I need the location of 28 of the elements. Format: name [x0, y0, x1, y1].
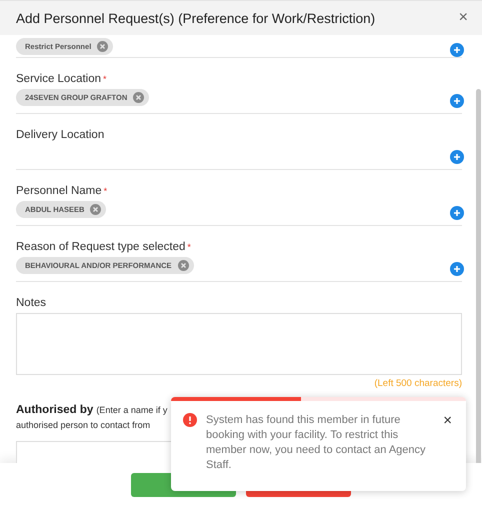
add-icon[interactable] — [450, 262, 464, 276]
add-icon[interactable] — [450, 150, 464, 164]
field-label: Personnel Name — [16, 184, 102, 198]
field-label: Service Location — [16, 72, 102, 86]
scrollbar[interactable] — [476, 89, 481, 463]
required-mark: * — [103, 73, 107, 86]
field-label: Authorised by — [16, 403, 94, 418]
dialog-title: Add Personnel Request(s) (Preference for Work/Restriction) — [16, 10, 376, 26]
add-icon[interactable] — [450, 43, 464, 57]
remove-icon[interactable] — [133, 92, 144, 103]
required-mark: * — [104, 185, 108, 198]
field-label: Reason of Request type selected — [16, 240, 186, 254]
close-button[interactable]: × — [458, 9, 468, 27]
remove-icon[interactable] — [90, 204, 102, 215]
hint-text: (Enter a name if y — [96, 404, 168, 417]
add-icon[interactable] — [450, 206, 464, 220]
remove-icon[interactable] — [97, 41, 108, 52]
required-mark: * — [187, 241, 191, 254]
error-icon — [183, 413, 197, 427]
remove-icon[interactable] — [178, 260, 189, 271]
hint-text: authorised person to contact from — [16, 419, 150, 432]
field-label: Notes — [16, 296, 48, 310]
character-counter: (Left 500 characters) — [373, 378, 462, 389]
add-icon[interactable] — [450, 94, 464, 108]
field-label: Delivery Location — [16, 128, 104, 142]
notes-field[interactable] — [16, 313, 462, 375]
toast-message: System has found this member in future booking with your facility. To restrict this member now, you need to contact an Agency Staff. — [206, 413, 427, 473]
close-button[interactable]: × — [443, 413, 452, 429]
